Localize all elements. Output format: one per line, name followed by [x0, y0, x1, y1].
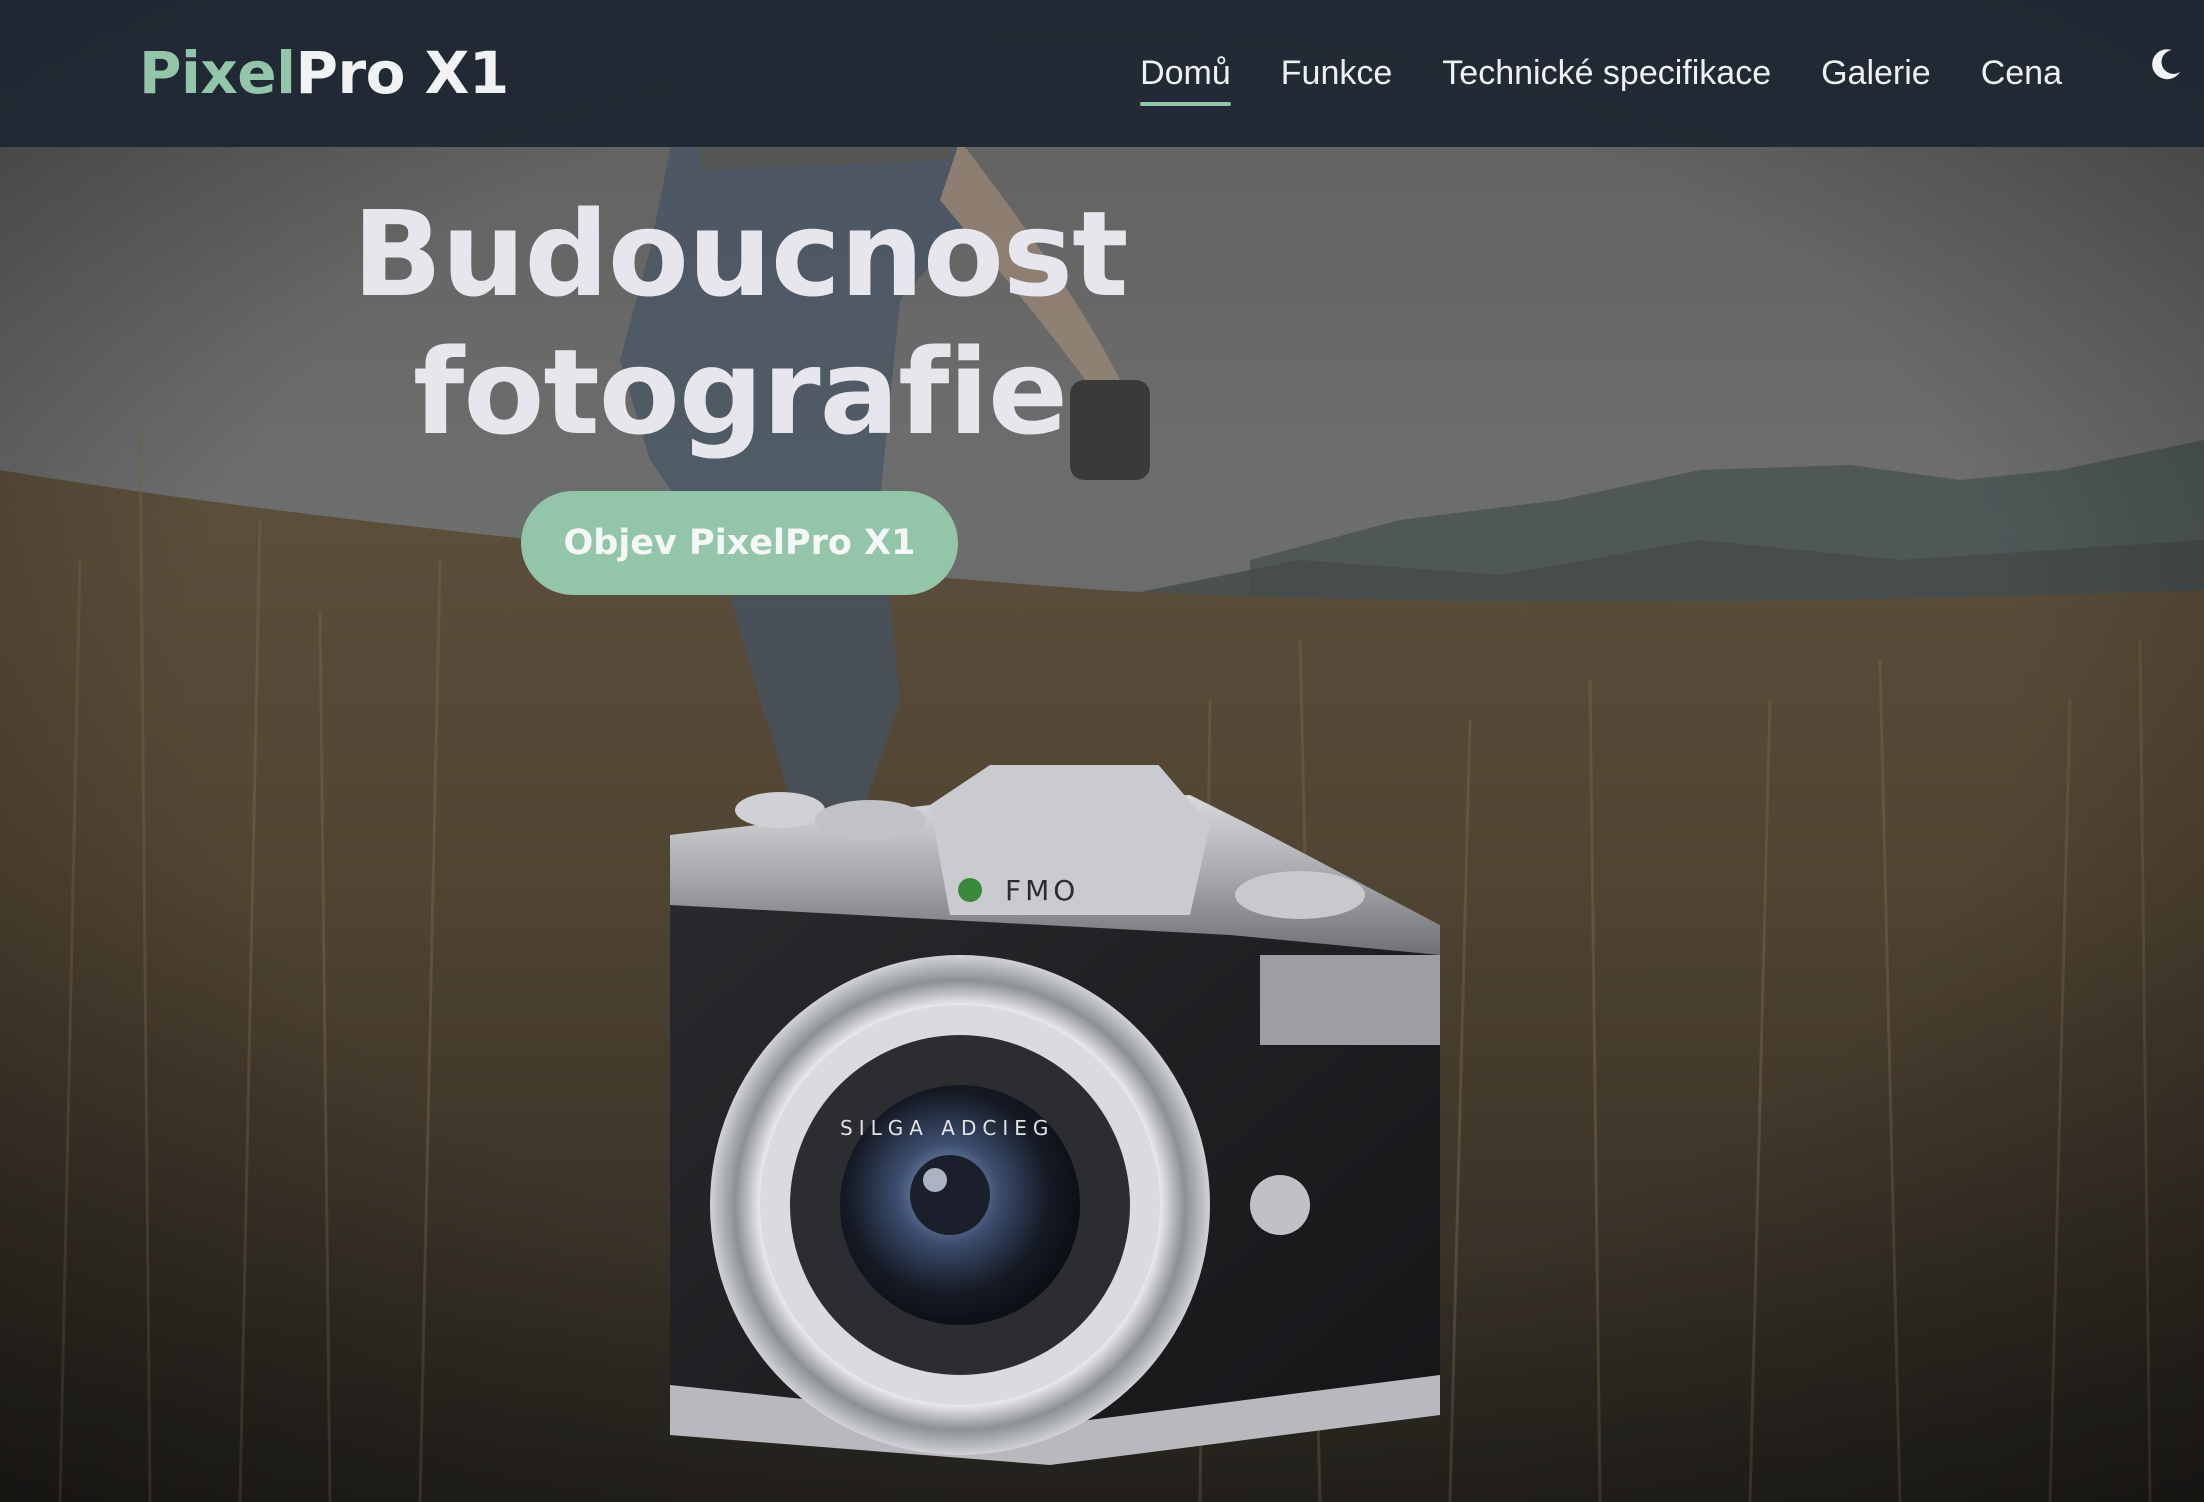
camera-badge-text: FMO	[1005, 874, 1079, 907]
brand-logo[interactable]: PixelPro X1	[139, 38, 509, 108]
landing-page: PixelPro X1 Domů Funkce Technické specif…	[0, 0, 2204, 1502]
lens-engraving-text: SILGA ADCIEG	[840, 1116, 1054, 1140]
camera-product-image: FMO SILGA ADCIEG	[670, 765, 1440, 1465]
nav-link-domu[interactable]: Domů	[1140, 50, 1231, 106]
nav-link-funkce[interactable]: Funkce	[1281, 50, 1393, 96]
nav-links: Domů Funkce Technické specifikace Galeri…	[1140, 50, 2062, 106]
hero-title-line2: fotografie	[413, 323, 1068, 461]
nav-link-galerie[interactable]: Galerie	[1821, 50, 1931, 96]
discover-product-button[interactable]: Objev PixelPro X1	[521, 491, 958, 595]
nav-link-technicke-specifikace[interactable]: Technické specifikace	[1442, 50, 1771, 96]
hero-title-line1: Budoucnost	[352, 185, 1128, 323]
brand-name-rest: Pro X1	[295, 39, 510, 107]
nav-link-cena[interactable]: Cena	[1981, 50, 2062, 96]
brand-name-accent: Pixel	[139, 39, 296, 107]
hero-title: Budoucnost fotografie	[330, 185, 1150, 461]
theme-toggle-button[interactable]	[2146, 44, 2186, 84]
moon-icon	[2152, 49, 2180, 80]
top-navbar: PixelPro X1 Domů Funkce Technické specif…	[0, 0, 2204, 147]
